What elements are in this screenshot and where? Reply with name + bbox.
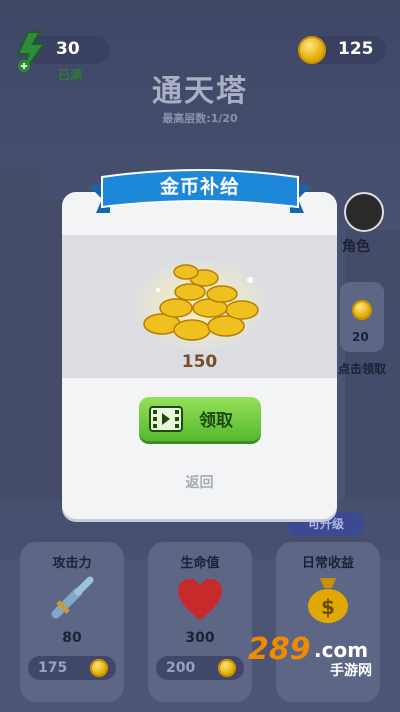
back-button[interactable]: 返回 bbox=[62, 472, 337, 492]
watermark-text: 手游网 bbox=[330, 663, 372, 679]
cost-value: 200 bbox=[166, 660, 196, 676]
watermark-suffix: .com bbox=[314, 638, 369, 662]
site-watermark: 289 .com 手游网 bbox=[248, 632, 398, 679]
svg-text:$: $ bbox=[321, 595, 335, 619]
chest-value: 20 bbox=[352, 330, 369, 344]
upgrade-card-health[interactable]: 生命值 300 200 bbox=[148, 542, 252, 702]
upgrade-card-attack[interactable]: 攻击力 80 175 bbox=[20, 542, 124, 702]
sword-icon bbox=[51, 576, 94, 619]
page-title: 通天塔 bbox=[152, 74, 248, 109]
coin-icon bbox=[218, 659, 236, 677]
coin-icon bbox=[298, 36, 326, 64]
coin-icon bbox=[90, 659, 108, 677]
card-value: 300 bbox=[185, 630, 215, 646]
heart-icon bbox=[178, 579, 222, 620]
claim-label: 领取 bbox=[199, 411, 233, 431]
best-floor-label: 最高层数:1/20 bbox=[162, 112, 238, 125]
claim-hint-label: 点击领取 bbox=[338, 362, 387, 376]
energy-value: 30 bbox=[56, 39, 80, 59]
card-label: 攻击力 bbox=[52, 556, 92, 571]
building bbox=[0, 168, 40, 528]
video-icon bbox=[149, 406, 183, 432]
money-bag-icon: $ bbox=[308, 578, 348, 623]
cost-value: 175 bbox=[38, 660, 68, 676]
card-label: 日常收益 bbox=[301, 556, 354, 571]
coin-pile-icon bbox=[130, 257, 270, 350]
claim-video-button[interactable]: 领取 bbox=[139, 397, 261, 441]
character-avatar-icon bbox=[344, 192, 384, 232]
building bbox=[345, 230, 400, 530]
character-label: 角色 bbox=[342, 239, 370, 255]
dialog-title: 金币补给 bbox=[159, 176, 240, 198]
coin-icon bbox=[352, 300, 372, 320]
character-button[interactable]: 角色 bbox=[338, 188, 388, 258]
coin-balance: 125 bbox=[338, 39, 374, 59]
card-value: 80 bbox=[62, 630, 82, 646]
card-label: 生命值 bbox=[180, 556, 220, 571]
reward-amount: 150 bbox=[181, 352, 218, 372]
reward-chest-button[interactable]: 20 bbox=[340, 282, 384, 352]
watermark-number: 289 bbox=[248, 632, 311, 667]
